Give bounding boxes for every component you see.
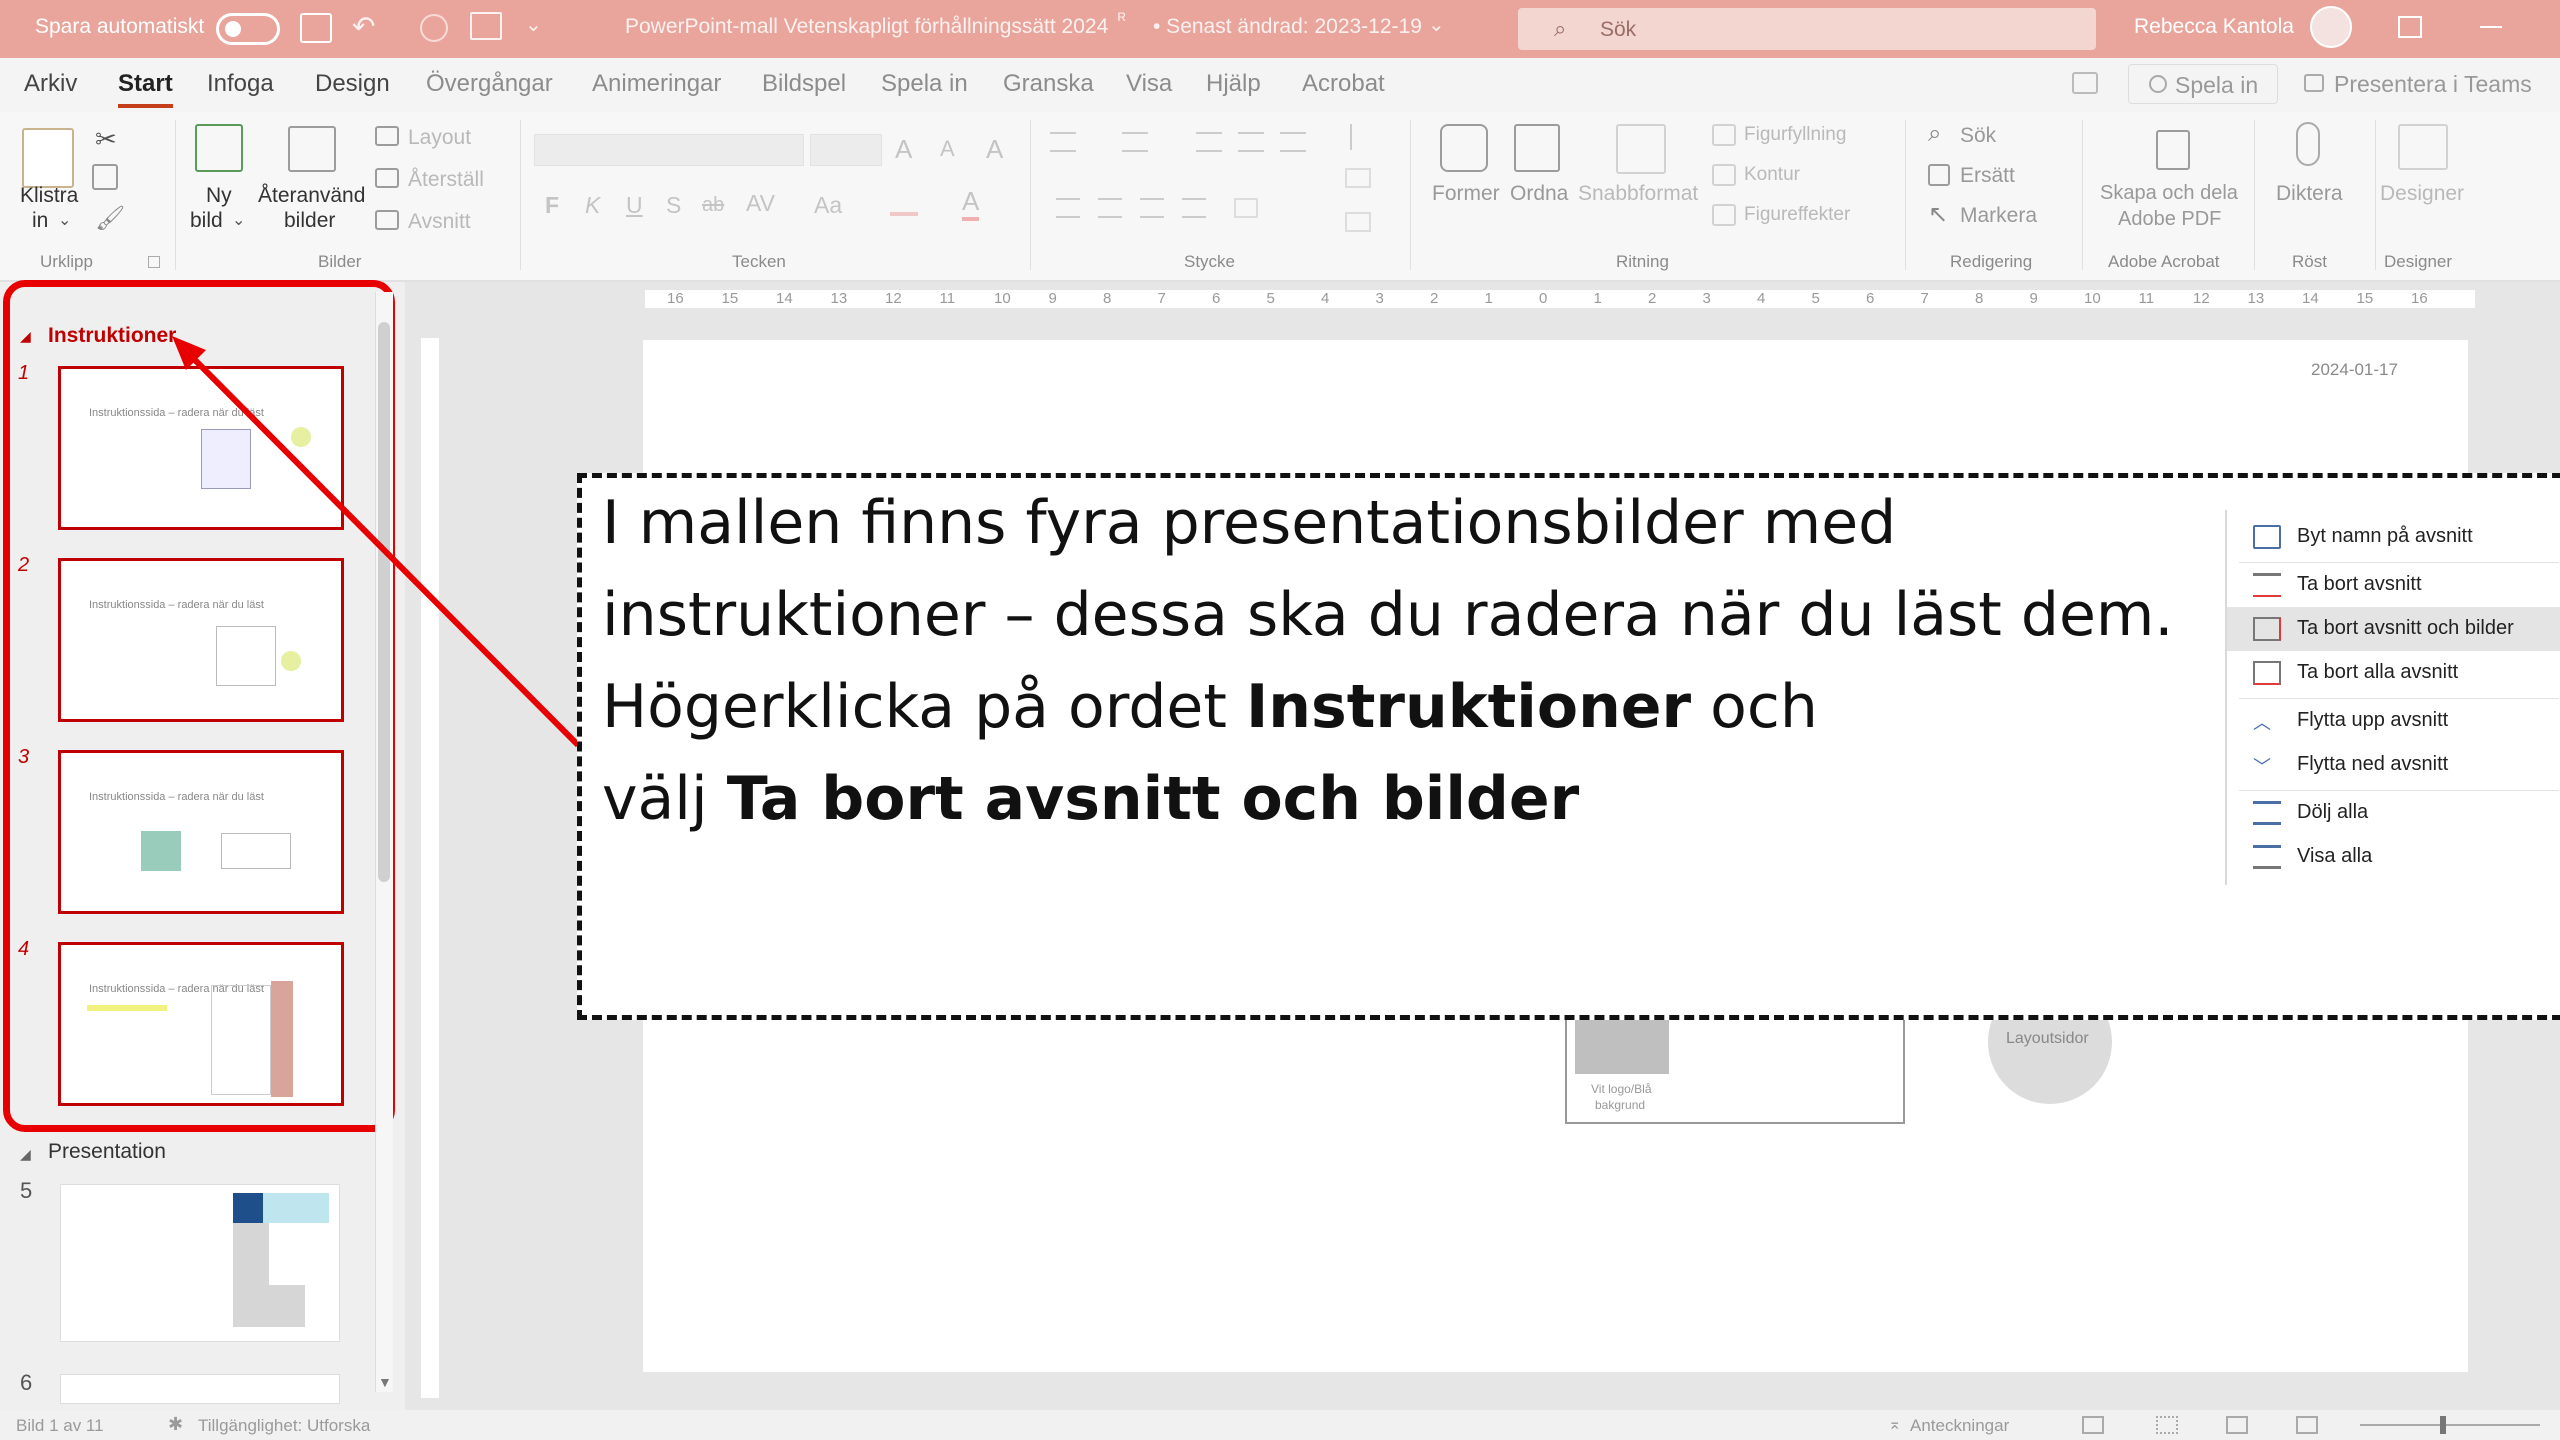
menu-label: Ta bort avsnitt och bilder (2297, 617, 2514, 639)
menu-label: Visa alla (2297, 845, 2373, 867)
arrow-line (187, 352, 581, 748)
menu-item-remove-section-and-slides[interactable]: Ta bort avsnitt och bilder (2227, 607, 2560, 651)
callout-line-4a: välj (602, 764, 708, 834)
remove-section-icon (2253, 573, 2281, 597)
menu-label: Ta bort alla avsnitt (2297, 661, 2459, 683)
collapse-all-icon (2253, 801, 2281, 825)
menu-item-move-section-up[interactable]: ︿ Flytta upp avsnitt (2227, 699, 2560, 743)
callout-line-3c: och (1710, 672, 1818, 742)
menu-label: Flytta ned avsnitt (2297, 753, 2449, 775)
menu-item-remove-section[interactable]: Ta bort avsnitt (2227, 563, 2560, 607)
section-context-menu: Byt namn på avsnitt Ta bort avsnitt Ta b… (2225, 510, 2560, 885)
callout-line-4b: Ta bort avsnitt och bilder (726, 764, 1580, 834)
menu-label: Ta bort avsnitt (2297, 573, 2422, 595)
menu-item-remove-all-sections[interactable]: Ta bort alla avsnitt (2227, 651, 2560, 695)
remove-all-sections-icon (2253, 661, 2281, 685)
menu-label: Dölj alla (2297, 801, 2369, 823)
callout-line-2: instruktioner – dessa ska du radera när … (602, 580, 2174, 650)
menu-item-expand-all[interactable]: Visa alla (2227, 835, 2560, 879)
callout-line-1: I mallen finns fyra presentationsbilder … (602, 488, 1897, 558)
expand-all-icon (2253, 845, 2281, 869)
remove-section-slides-icon (2253, 617, 2281, 641)
menu-label: Byt namn på avsnitt (2297, 525, 2473, 547)
chevron-up-icon: ︿ (2253, 713, 2271, 733)
menu-item-collapse-all[interactable]: Dölj alla (2227, 791, 2560, 835)
chevron-down-icon: ﹀ (2253, 757, 2271, 777)
rename-section-icon (2253, 525, 2281, 549)
menu-item-rename-section[interactable]: Byt namn på avsnitt (2227, 515, 2560, 559)
menu-label: Flytta upp avsnitt (2297, 709, 2449, 731)
callout-line-3a: Högerklicka på ordet (602, 672, 1227, 742)
callout-line-4: välj Ta bort avsnitt och bilder (602, 764, 1579, 834)
callout-line-3b: Instruktioner (1245, 672, 1692, 742)
callout-line-3: Högerklicka på ordet Instruktioner och (602, 672, 1818, 742)
menu-item-move-section-down[interactable]: ﹀ Flytta ned avsnitt (2227, 743, 2560, 787)
